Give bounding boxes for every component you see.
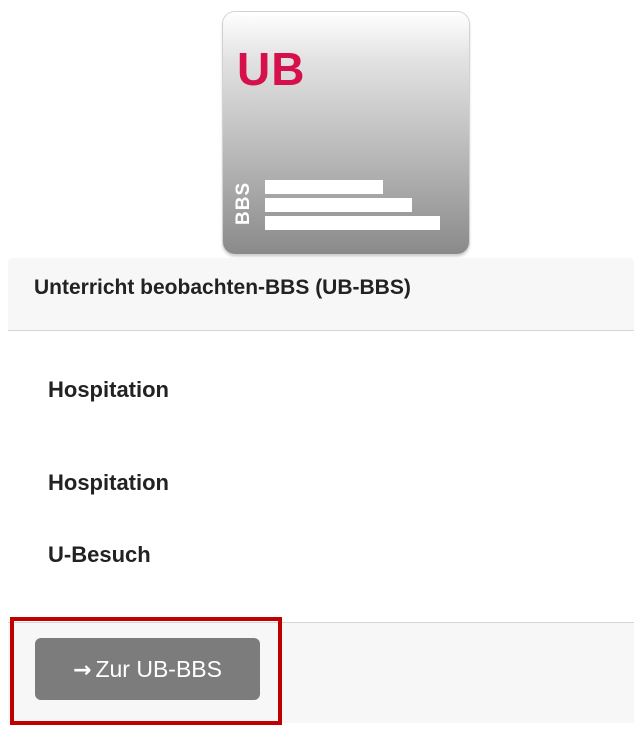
card-title: Unterricht beobachten-BBS (UB-BBS) [34,276,411,299]
list-item-u-besuch: U-Besuch [48,542,151,567]
list-item-hospitation: Hospitation [48,377,169,402]
go-to-ub-bbs-label: Zur UB-BBS [95,656,222,682]
logo-bar-long [265,216,440,230]
arrow-right-icon: → [73,658,92,683]
logo-bbs-text: BBS [233,181,254,225]
logo-bar-medium [265,198,412,212]
logo-ub-text: UB [237,43,306,95]
card-header: Unterricht beobachten-BBS (UB-BBS) [8,258,634,331]
logo-bar-short [265,180,383,194]
ub-bbs-logo: UB BBS [223,12,469,254]
go-to-ub-bbs-button[interactable]: → Zur UB-BBS [35,638,260,700]
list-item-hospitation-2: Hospitation [48,470,169,495]
